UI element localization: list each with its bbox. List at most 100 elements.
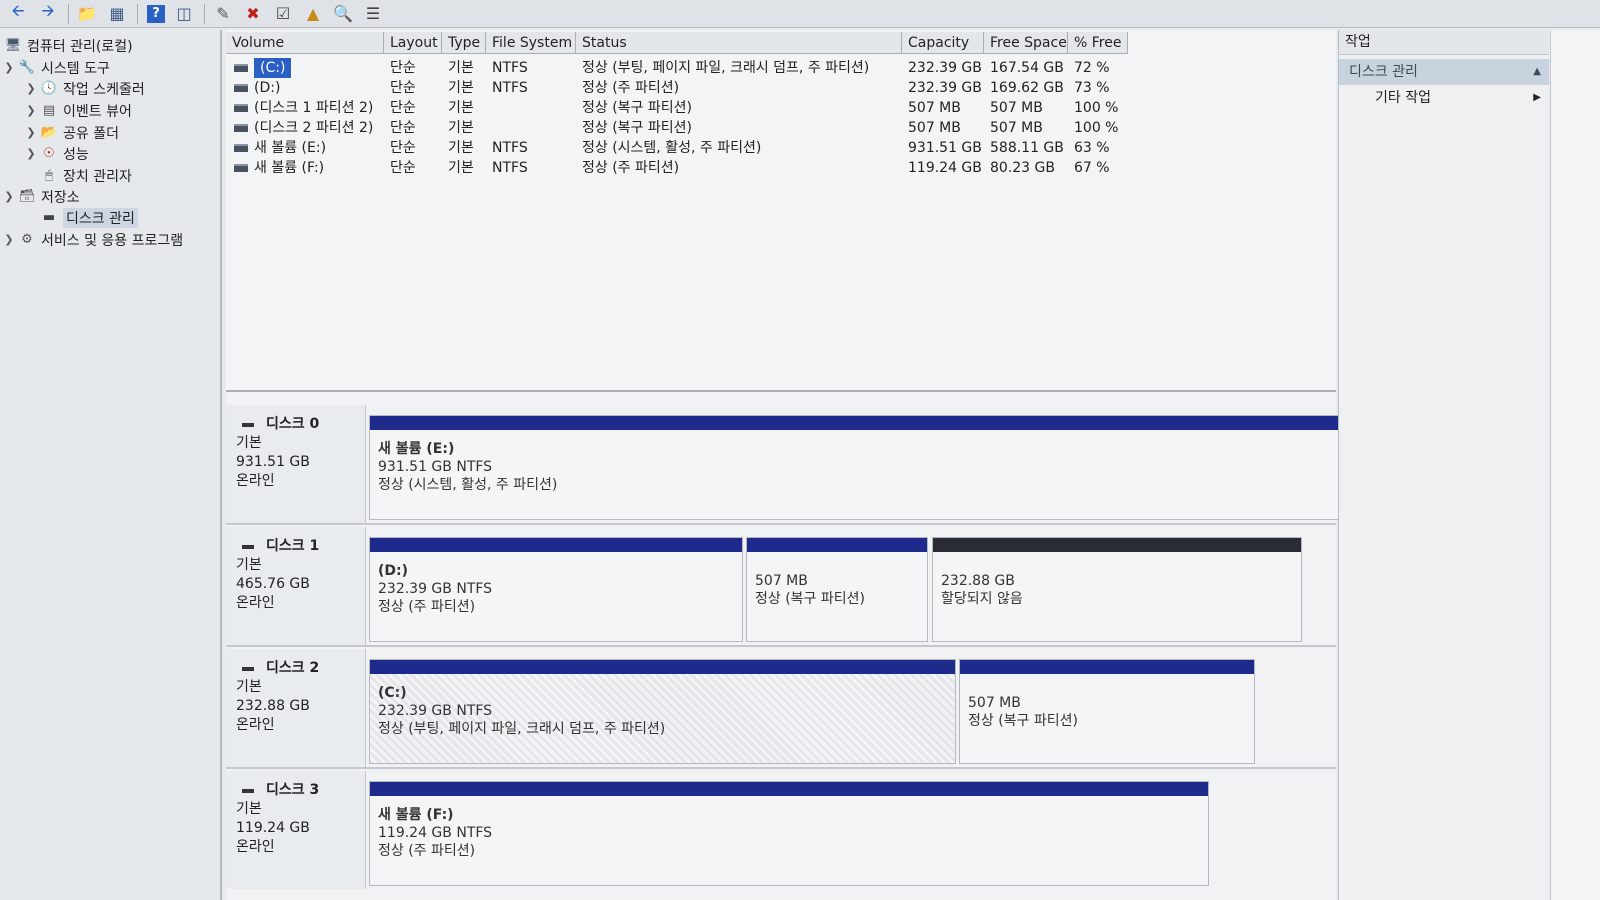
partition-size: 119.24 GB NTFS bbox=[378, 825, 493, 841]
column-header-file-system[interactable]: File System bbox=[486, 32, 576, 54]
clock-icon: 🕓 bbox=[40, 81, 58, 96]
disk-icon bbox=[242, 788, 254, 793]
tree-label: 공유 폴더 bbox=[63, 125, 119, 142]
disk-label[interactable]: 디스크 0 기본 931.51 GB 온라인 bbox=[226, 405, 366, 523]
forward-arrow-icon[interactable]: 🡪 bbox=[34, 1, 62, 26]
export-icon[interactable]: ▲ bbox=[299, 2, 327, 26]
chevron-down-icon[interactable]: ❯ bbox=[2, 190, 16, 203]
partition-block[interactable]: (D:) 232.39 GB NTFS 정상 (주 파티션) bbox=[369, 537, 743, 642]
tree-item-event-viewer[interactable]: ❯ ▤ 이벤트 뷰어 bbox=[24, 100, 131, 121]
type-cell: 기본 bbox=[448, 100, 474, 116]
column-header-type[interactable]: Type bbox=[442, 32, 486, 54]
table-row[interactable]: (디스크 1 파티션 2) 단순 기본 정상 (복구 파티션) 507 MB 5… bbox=[226, 98, 1128, 118]
status-cell: 정상 (주 파티션) bbox=[582, 160, 680, 176]
chevron-right-icon[interactable]: ❯ bbox=[24, 104, 38, 117]
percent-free-cell: 100 % bbox=[1074, 100, 1119, 116]
properties-icon[interactable]: ◫ bbox=[170, 2, 198, 26]
volume-icon bbox=[234, 124, 248, 132]
partition-status: 할당되지 않음 bbox=[941, 591, 1023, 607]
volume-icon bbox=[234, 84, 248, 92]
partition-name: (D:) bbox=[378, 563, 409, 579]
help-icon[interactable]: ? bbox=[147, 4, 165, 23]
capacity-cell: 232.39 GB bbox=[908, 80, 982, 96]
disk-label[interactable]: 디스크 2 기본 232.88 GB 온라인 bbox=[226, 649, 366, 767]
free-space-cell: 588.11 GB bbox=[990, 140, 1064, 156]
table-row[interactable]: 새 볼륨 (F:) 단순 기본 NTFS 정상 (주 파티션) 119.24 G… bbox=[226, 158, 1128, 178]
tree-item-disk-management[interactable]: ▬ 디스크 관리 bbox=[38, 207, 138, 228]
console-tree-icon[interactable]: ▦ bbox=[103, 2, 131, 26]
disk-graphical-view: 디스크 0 기본 931.51 GB 온라인 새 볼륨 (E:) 931.51 … bbox=[226, 405, 1343, 900]
chevron-right-icon[interactable]: ❯ bbox=[24, 147, 38, 160]
disk-state: 온라인 bbox=[236, 717, 275, 733]
up-folder-icon[interactable]: 📁 bbox=[73, 2, 101, 26]
column-header-capacity[interactable]: Capacity bbox=[902, 32, 984, 54]
partition-bar bbox=[370, 660, 955, 674]
tools-icon: 🔧 bbox=[18, 60, 36, 75]
tree-item-performance[interactable]: ❯ ☉ 성능 bbox=[24, 143, 88, 164]
percent-free-cell: 72 % bbox=[1074, 60, 1110, 76]
services-icon: ⚙ bbox=[21, 232, 33, 247]
partition-block-selected[interactable]: (C:) 232.39 GB NTFS 정상 (부팅, 페이지 파일, 크래시 … bbox=[369, 659, 956, 764]
percent-free-cell: 100 % bbox=[1074, 120, 1119, 136]
table-row[interactable]: (디스크 2 파티션 2) 단순 기본 정상 (복구 파티션) 507 MB 5… bbox=[226, 118, 1128, 138]
partition-block[interactable]: 507 MB 정상 (복구 파티션) bbox=[959, 659, 1255, 764]
disk-state: 온라인 bbox=[236, 595, 275, 611]
disk-icon bbox=[242, 544, 254, 549]
column-header-status[interactable]: Status bbox=[576, 32, 902, 54]
back-arrow-icon[interactable]: 🡨 bbox=[4, 1, 32, 26]
partition-status: 정상 (시스템, 활성, 주 파티션) bbox=[378, 477, 558, 493]
column-header-volume[interactable]: Volume bbox=[226, 32, 384, 54]
fs-cell: NTFS bbox=[492, 140, 528, 156]
layout-cell: 단순 bbox=[390, 60, 416, 76]
tree-item-system-tools[interactable]: ❯ 🔧 시스템 도구 bbox=[2, 57, 109, 78]
partition-status: 정상 (주 파티션) bbox=[378, 843, 476, 859]
tree-item-root[interactable]: 🖥 컴퓨터 관리(로컬) bbox=[2, 35, 133, 56]
actions-section-disk-management[interactable]: 디스크 관리 ▲ bbox=[1339, 59, 1549, 85]
list-view-icon[interactable]: ☰ bbox=[359, 2, 387, 26]
partition-block[interactable]: 새 볼륨 (E:) 931.51 GB NTFS 정상 (시스템, 활성, 주 … bbox=[369, 415, 1343, 520]
disk-size: 465.76 GB bbox=[236, 576, 310, 592]
disk-label[interactable]: 디스크 1 기본 465.76 GB 온라인 bbox=[226, 527, 366, 645]
tree-item-shared-folders[interactable]: ❯ 📂 공유 폴더 bbox=[24, 122, 119, 143]
partition-bar bbox=[747, 538, 927, 552]
disk-row: 디스크 0 기본 931.51 GB 온라인 새 볼륨 (E:) 931.51 … bbox=[226, 405, 1343, 525]
column-header-free-space[interactable]: Free Space bbox=[984, 32, 1068, 54]
checkmark-icon[interactable]: ☑ bbox=[269, 2, 297, 26]
partition-block[interactable]: 507 MB 정상 (복구 파티션) bbox=[746, 537, 928, 642]
volume-cell: (디스크 1 파티션 2) bbox=[226, 98, 384, 118]
column-header-percent-free[interactable]: % Free bbox=[1068, 32, 1128, 54]
chevron-right-icon[interactable]: ❯ bbox=[2, 233, 16, 246]
layout-cell: 단순 bbox=[390, 140, 416, 156]
disk-label[interactable]: 디스크 3 기본 119.24 GB 온라인 bbox=[226, 771, 366, 889]
table-row[interactable]: (C:) 단순 기본 NTFS 정상 (부팅, 페이지 파일, 크래시 덤프, … bbox=[226, 58, 1128, 78]
volume-name: (디스크 2 파티션 2) bbox=[254, 120, 374, 136]
volume-icon bbox=[234, 64, 248, 72]
type-cell: 기본 bbox=[448, 160, 474, 176]
partition-bar bbox=[370, 416, 1342, 430]
chevron-right-icon[interactable]: ❯ bbox=[24, 82, 38, 95]
volume-name: (C:) bbox=[254, 58, 292, 78]
partition-block[interactable]: 새 볼륨 (F:) 119.24 GB NTFS 정상 (주 파티션) bbox=[369, 781, 1209, 886]
search-icon[interactable]: 🔍 bbox=[329, 2, 357, 26]
connect-icon[interactable]: ✎ bbox=[209, 2, 237, 26]
capacity-cell: 507 MB bbox=[908, 100, 961, 116]
delete-icon[interactable]: ✖ bbox=[239, 2, 267, 26]
status-cell: 정상 (복구 파티션) bbox=[582, 100, 692, 116]
tree-item-task-scheduler[interactable]: ❯ 🕓 작업 스케줄러 bbox=[24, 78, 144, 99]
more-actions-item[interactable]: 기타 작업 ▶ bbox=[1339, 85, 1549, 111]
tree-item-storage[interactable]: ❯ 🗃 저장소 bbox=[2, 186, 79, 207]
disk-state: 온라인 bbox=[236, 473, 275, 489]
chevron-right-icon[interactable]: ❯ bbox=[24, 126, 38, 139]
chevron-up-icon[interactable]: ▲ bbox=[1533, 59, 1541, 85]
tree-item-services-apps[interactable]: ❯ ⚙ 서비스 및 응용 프로그램 bbox=[2, 229, 183, 250]
disk-icon bbox=[242, 422, 254, 427]
chevron-down-icon[interactable]: ❯ bbox=[2, 61, 16, 74]
computer-icon: 🖥 bbox=[4, 38, 22, 53]
column-header-layout[interactable]: Layout bbox=[384, 32, 442, 54]
partition-block-unallocated[interactable]: 232.88 GB 할당되지 않음 bbox=[932, 537, 1302, 642]
partition-text: 새 볼륨 (F:) 119.24 GB NTFS 정상 (주 파티션) bbox=[378, 806, 492, 860]
tree-item-device-manager[interactable]: 🖱 장치 관리자 bbox=[38, 165, 132, 186]
volume-name: 새 볼륨 (E:) bbox=[254, 140, 327, 156]
table-row[interactable]: 새 볼륨 (E:) 단순 기본 NTFS 정상 (시스템, 활성, 주 파티션)… bbox=[226, 138, 1128, 158]
table-row[interactable]: (D:) 단순 기본 NTFS 정상 (주 파티션) 232.39 GB 169… bbox=[226, 78, 1128, 98]
